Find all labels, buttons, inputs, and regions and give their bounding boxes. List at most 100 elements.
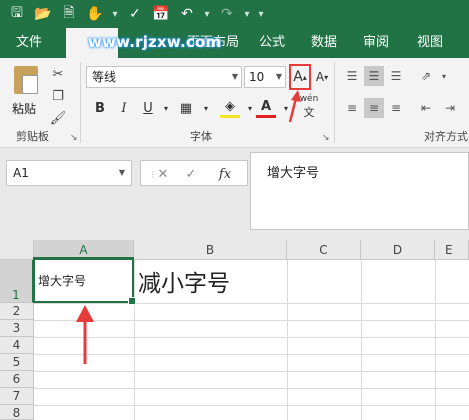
redo-icon[interactable]: ↷ (216, 3, 238, 25)
increase-indent-icon[interactable]: ⇥ (440, 98, 460, 118)
orientation-dropdown-icon[interactable]: ▾ (434, 66, 454, 86)
decrease-font-size-button[interactable]: A ▾ (313, 66, 331, 88)
font-size-select[interactable]: 10 ▼ (244, 66, 286, 88)
format-painter-icon[interactable]: 🖌 (48, 108, 68, 128)
tab-formulas[interactable]: 公式 (252, 28, 292, 58)
cell-b1[interactable]: 减小字号 (138, 264, 230, 298)
open-folder-icon[interactable]: 📂 (32, 3, 54, 25)
tab-data[interactable]: 数据 (304, 28, 344, 58)
chevron-down-icon: ▼ (275, 72, 282, 81)
grid-line (34, 405, 469, 406)
annotation-arrow-icon (288, 90, 301, 123)
underline-dropdown-icon[interactable]: ▾ (156, 98, 176, 118)
new-file-icon[interactable]: 🗎 (58, 3, 80, 25)
grid-line (34, 303, 469, 304)
title-bar: 🖫 📂 🗎 ✋ ▾ ✓ 📅 ↶ ▾ ↷ ▾ ▾ (0, 0, 469, 28)
clipboard-group-label: 剪贴板 (16, 130, 49, 143)
font-launcher-icon[interactable]: ↘ (322, 133, 330, 143)
decrease-font-icon: A (315, 70, 325, 84)
paste-label: 粘贴 (12, 102, 37, 116)
decrease-indent-icon[interactable]: ⇤ (416, 98, 436, 118)
borders-icon[interactable]: ▦ (176, 98, 196, 118)
redo-dropdown-icon[interactable]: ▾ (242, 9, 252, 20)
name-box-value: A1 (13, 166, 29, 180)
chevron-down-icon: ▼ (231, 72, 238, 81)
name-box[interactable]: A1 ▼ (6, 160, 132, 186)
cancel-icon[interactable]: ✕ (153, 164, 173, 184)
font-group-label: 字体 (190, 130, 212, 143)
ribbon-tabs: 文件 页面布局 公式 数据 审阅 视图 www.rjzxw.com (0, 28, 469, 58)
clipboard-launcher-icon[interactable]: ↘ (70, 133, 78, 143)
align-center-icon[interactable]: ≡ (364, 98, 384, 118)
cell-a1[interactable]: 增大字号 (38, 272, 86, 289)
row-header-3[interactable]: 3 (0, 320, 34, 337)
row-header-5[interactable]: 5 (0, 354, 34, 371)
alignment-group-label: 对齐方式 (424, 130, 468, 143)
select-all-button[interactable] (0, 240, 34, 260)
orientation-icon[interactable]: ⇗ (416, 66, 436, 86)
align-left-icon[interactable]: ≡ (342, 98, 362, 118)
grid-line (34, 371, 469, 372)
tab-file[interactable]: 文件 (6, 28, 52, 58)
save-icon[interactable]: 🖫 (6, 3, 28, 25)
column-header-c[interactable]: C (287, 240, 361, 260)
italic-button[interactable]: I (114, 98, 134, 118)
underline-button[interactable]: U (138, 98, 158, 118)
align-right-icon[interactable]: ≡ (386, 98, 406, 118)
caret-down-icon: ▾ (324, 72, 329, 82)
watermark: www.rjzxw.com (88, 33, 222, 51)
clipboard-icon (14, 66, 38, 94)
increase-font-icon: A (293, 69, 303, 85)
font-name-value: 等线 (92, 70, 117, 84)
annotation-arrow-icon (76, 305, 94, 364)
align-middle-icon[interactable]: ☰ (364, 66, 384, 86)
borders-dropdown-icon[interactable]: ▾ (196, 98, 216, 118)
row-header-8[interactable]: 8 (0, 405, 34, 420)
group-divider (334, 62, 335, 143)
formula-buttons: ⋮ ✕ ✓ fx (140, 160, 248, 186)
caret-up-icon: ▴ (302, 72, 307, 82)
align-bottom-icon[interactable]: ☰ (386, 66, 406, 86)
increase-font-size-button[interactable]: A ▴ (289, 64, 311, 90)
grid-line (34, 320, 469, 321)
grid-line (134, 260, 135, 420)
calendar-icon[interactable]: 📅 (150, 3, 172, 25)
font-size-value: 10 (249, 70, 265, 84)
grid-line (287, 260, 288, 420)
formula-input[interactable]: 增大字号 (250, 152, 469, 230)
insert-function-button[interactable]: fx (215, 164, 235, 184)
font-name-select[interactable]: 等线 ▼ (86, 66, 242, 88)
row-header-7[interactable]: 7 (0, 388, 34, 405)
copy-icon[interactable]: ❐ (48, 86, 68, 106)
row-header-6[interactable]: 6 (0, 371, 34, 388)
dropdown-icon[interactable]: ▾ (110, 9, 120, 20)
grid-line (34, 337, 469, 338)
touch-mode-icon[interactable]: ✋ (84, 3, 106, 25)
undo-icon[interactable]: ↶ (176, 3, 198, 25)
worksheet-grid[interactable]: A B C D E 1 2 3 4 5 6 7 8 增大字号 减小字号 (0, 240, 469, 420)
group-divider (80, 62, 81, 143)
grid-line (34, 354, 469, 355)
cut-icon[interactable]: ✂ (48, 64, 68, 84)
align-top-icon[interactable]: ☰ (342, 66, 362, 86)
column-header-b[interactable]: B (134, 240, 287, 260)
grid-line (34, 388, 469, 389)
row-header-1[interactable]: 1 (0, 260, 34, 303)
grid-line (435, 260, 436, 420)
bold-button[interactable]: B (90, 98, 110, 118)
tab-view[interactable]: 视图 (410, 28, 450, 58)
column-header-e[interactable]: E (435, 240, 469, 260)
spellcheck-icon[interactable]: ✓ (124, 3, 146, 25)
ribbon-home: 粘贴 ✂ ❐ 🖌 剪贴板 ↘ 等线 ▼ 10 ▼ A ▴ A ▾ B I U ▾ ▦… (0, 58, 469, 148)
font-color-icon[interactable]: A (256, 98, 276, 118)
tab-review[interactable]: 审阅 (356, 28, 396, 58)
customize-toolbar-icon[interactable]: ▾ (256, 9, 266, 20)
row-header-4[interactable]: 4 (0, 337, 34, 354)
grid-line (361, 260, 362, 420)
row-header-2[interactable]: 2 (0, 303, 34, 320)
enter-icon[interactable]: ✓ (181, 164, 201, 184)
fill-color-icon[interactable]: ◈ (220, 98, 240, 118)
undo-dropdown-icon[interactable]: ▾ (202, 9, 212, 20)
column-header-d[interactable]: D (361, 240, 435, 260)
paste-button[interactable]: 粘贴 (8, 62, 46, 120)
